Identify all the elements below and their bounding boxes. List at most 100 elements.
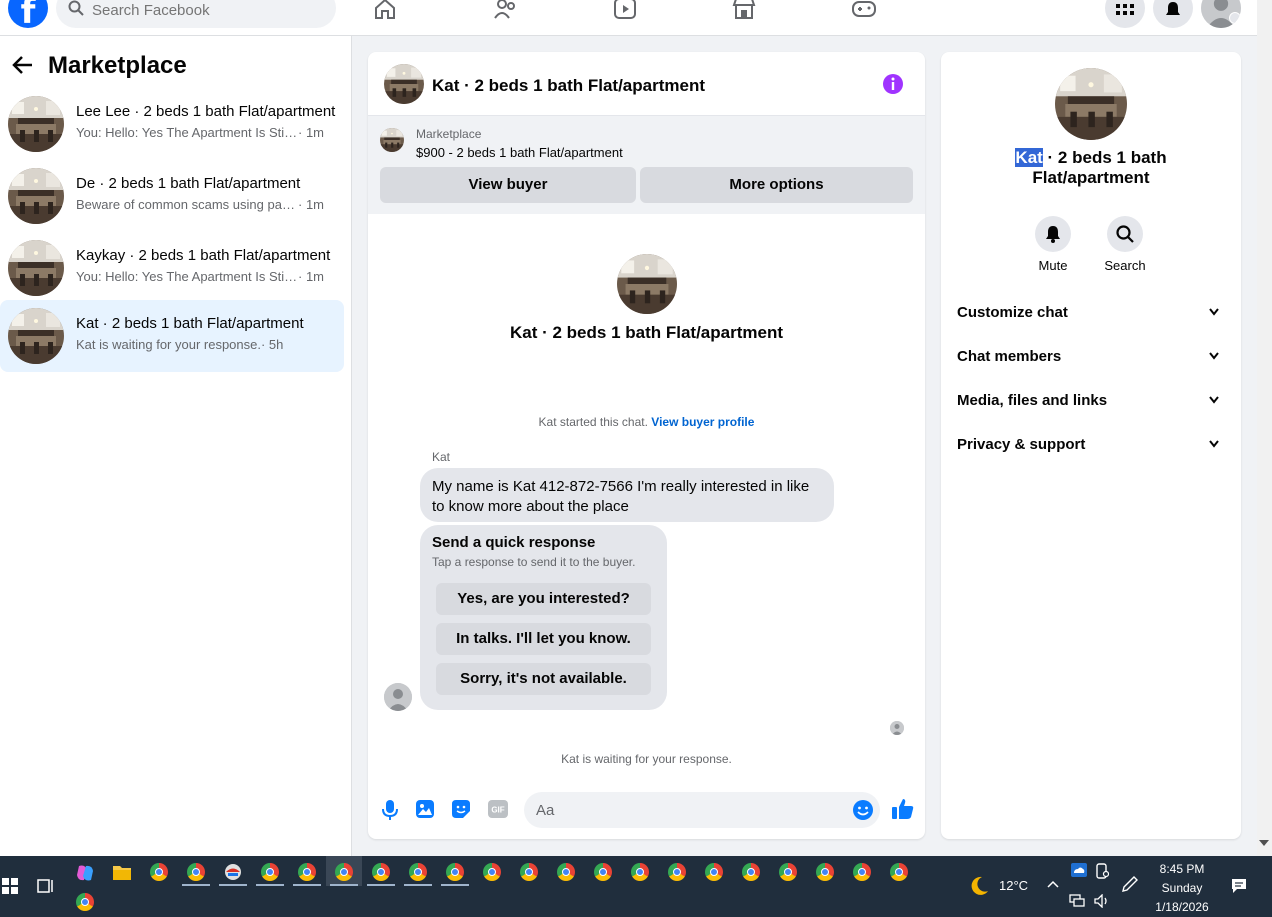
chrome-icon[interactable]	[446, 863, 464, 881]
microphone-icon[interactable]	[382, 800, 398, 820]
taskbar-clock[interactable]: 8:45 PM Sunday 1/18/2026	[1148, 860, 1216, 917]
chrome-icon[interactable]	[76, 893, 94, 911]
chrome-icon[interactable]	[483, 863, 501, 881]
notification-center-icon[interactable]	[1231, 878, 1247, 894]
network-icon[interactable]	[1069, 894, 1085, 908]
pen-icon[interactable]	[1122, 876, 1138, 894]
scroll-down-arrow-icon[interactable]	[1259, 840, 1269, 846]
conversation-item[interactable]: Lee Lee · 2 beds 1 bath Flat/apartment Y…	[0, 88, 344, 160]
bell-icon	[1166, 2, 1180, 15]
task-view-icon[interactable]	[37, 877, 55, 895]
chrome-icon[interactable]	[890, 863, 908, 881]
sticker-icon[interactable]	[452, 800, 470, 818]
thumbs-up-icon[interactable]	[892, 798, 914, 820]
home-icon[interactable]	[372, 0, 400, 24]
chrome-icon[interactable]	[520, 863, 538, 881]
message-input[interactable]	[524, 792, 880, 828]
chat-title[interactable]: Kat · 2 beds 1 bath Flat/apartment	[432, 76, 705, 96]
search-input[interactable]	[92, 0, 322, 20]
photo-icon[interactable]	[416, 800, 434, 818]
conversation-item[interactable]: Kaykay · 2 beds 1 bath Flat/apartment Yo…	[0, 232, 344, 304]
back-arrow-icon[interactable]	[12, 54, 34, 76]
conversation-time: · 1m	[298, 197, 324, 212]
moon-weather-icon[interactable]	[968, 875, 990, 897]
conversation-item-active[interactable]: Kat · 2 beds 1 bath Flat/apartment Kat i…	[0, 300, 344, 372]
quick-response-button[interactable]: Yes, are you interested?	[436, 583, 651, 615]
message-composer: GIF	[368, 790, 925, 830]
search-icon	[68, 0, 84, 16]
chrome-icon[interactable]	[261, 863, 279, 881]
chrome-icon[interactable]	[668, 863, 686, 881]
chrome-icon[interactable]	[853, 863, 871, 881]
chrome-icon[interactable]	[631, 863, 649, 881]
chevron-down-icon	[1209, 396, 1219, 404]
customize-chat-section[interactable]: Customize chat	[957, 296, 1225, 332]
message-bubble[interactable]: My name is Kat 412-872-7566 I'm really i…	[420, 468, 834, 522]
app-icon[interactable]	[224, 863, 242, 881]
marketplace-sidebar: Marketplace Lee Lee · 2 beds 1 bath Flat…	[0, 36, 352, 856]
sidebar-title: Marketplace	[48, 52, 187, 79]
onedrive-icon[interactable]	[1071, 863, 1087, 877]
sender-avatar[interactable]	[384, 683, 412, 711]
chrome-icon[interactable]	[557, 863, 575, 881]
search-conversation-button[interactable]: Search	[1095, 216, 1155, 273]
listing-source: Marketplace	[416, 127, 482, 141]
weather-temperature[interactable]: 12°C	[999, 878, 1028, 893]
chat-avatar[interactable]	[384, 64, 424, 104]
conversation-time: · 5h	[260, 337, 284, 352]
conversation-item[interactable]: De · 2 beds 1 bath Flat/apartment Beware…	[0, 160, 344, 232]
chrome-icon[interactable]	[816, 863, 834, 881]
conversation-title: Lee Lee · 2 beds 1 bath Flat/apartment	[76, 103, 336, 120]
account-avatar[interactable]	[1201, 0, 1241, 28]
chrome-icon[interactable]	[298, 863, 316, 881]
info-avatar[interactable]	[1055, 68, 1127, 140]
info-icon[interactable]	[882, 73, 904, 95]
conversation-preview: You: Hello: Yes The Apartment Is Still A…	[76, 269, 298, 284]
video-icon[interactable]	[612, 0, 640, 24]
mute-button[interactable]: Mute	[1023, 216, 1083, 273]
page-scrollbar[interactable]	[1257, 0, 1272, 856]
volume-icon[interactable]	[1094, 894, 1110, 908]
chrome-icon[interactable]	[742, 863, 760, 881]
listing-price[interactable]: $900 - 2 beds 1 bath Flat/apartment	[416, 145, 623, 160]
view-buyer-profile-link[interactable]: View buyer profile	[651, 415, 754, 429]
chat-info-panel: Kat · 2 beds 1 bath Flat/apartment Mute …	[941, 52, 1241, 839]
clock-time: 8:45 PM	[1159, 862, 1205, 876]
conversation-title: Kaykay · 2 beds 1 bath Flat/apartment	[76, 247, 331, 264]
copilot-icon[interactable]	[76, 864, 94, 882]
gif-icon[interactable]: GIF	[488, 800, 508, 818]
emoji-icon[interactable]	[852, 799, 874, 821]
chrome-icon[interactable]	[594, 863, 612, 881]
quick-response-button[interactable]: In talks. I'll let you know.	[436, 623, 651, 655]
chrome-icon[interactable]	[187, 863, 205, 881]
chrome-icon[interactable]	[705, 863, 723, 881]
chat-members-section[interactable]: Chat members	[957, 340, 1225, 376]
conversation-preview: You: Hello: Yes The Apartment Is Still A…	[76, 125, 298, 140]
notifications-button[interactable]	[1153, 0, 1193, 28]
view-buyer-button[interactable]: View buyer	[380, 167, 636, 203]
phone-link-icon[interactable]	[1095, 863, 1109, 879]
search-box[interactable]	[56, 0, 336, 28]
chevron-up-icon[interactable]	[1047, 880, 1059, 888]
marketplace-icon[interactable]	[731, 0, 759, 24]
more-options-button[interactable]: More options	[640, 167, 913, 203]
waiting-notice: Kat is waiting for your response.	[561, 752, 732, 766]
quick-response-button[interactable]: Sorry, it's not available.	[436, 663, 651, 695]
quick-response-subtitle: Tap a response to send it to the buyer.	[432, 555, 636, 569]
listing-thumbnail	[8, 240, 64, 296]
chrome-icon[interactable]	[779, 863, 797, 881]
windows-start-icon[interactable]	[2, 878, 18, 894]
privacy-support-section[interactable]: Privacy & support	[957, 428, 1225, 464]
conversation-title: Kat · 2 beds 1 bath Flat/apartment	[76, 315, 304, 332]
conversation-preview: Beware of common scams using payment app…	[76, 197, 298, 212]
chrome-icon[interactable]	[372, 863, 390, 881]
friends-icon[interactable]	[492, 0, 520, 24]
facebook-logo[interactable]: f	[8, 0, 48, 32]
menu-grid-button[interactable]	[1105, 0, 1145, 28]
gaming-icon[interactable]	[851, 0, 879, 24]
media-files-links-section[interactable]: Media, files and links	[957, 384, 1225, 420]
file-explorer-icon[interactable]	[113, 864, 131, 880]
chrome-icon[interactable]	[150, 863, 168, 881]
chrome-icon[interactable]	[409, 863, 427, 881]
chrome-icon[interactable]	[335, 863, 353, 881]
